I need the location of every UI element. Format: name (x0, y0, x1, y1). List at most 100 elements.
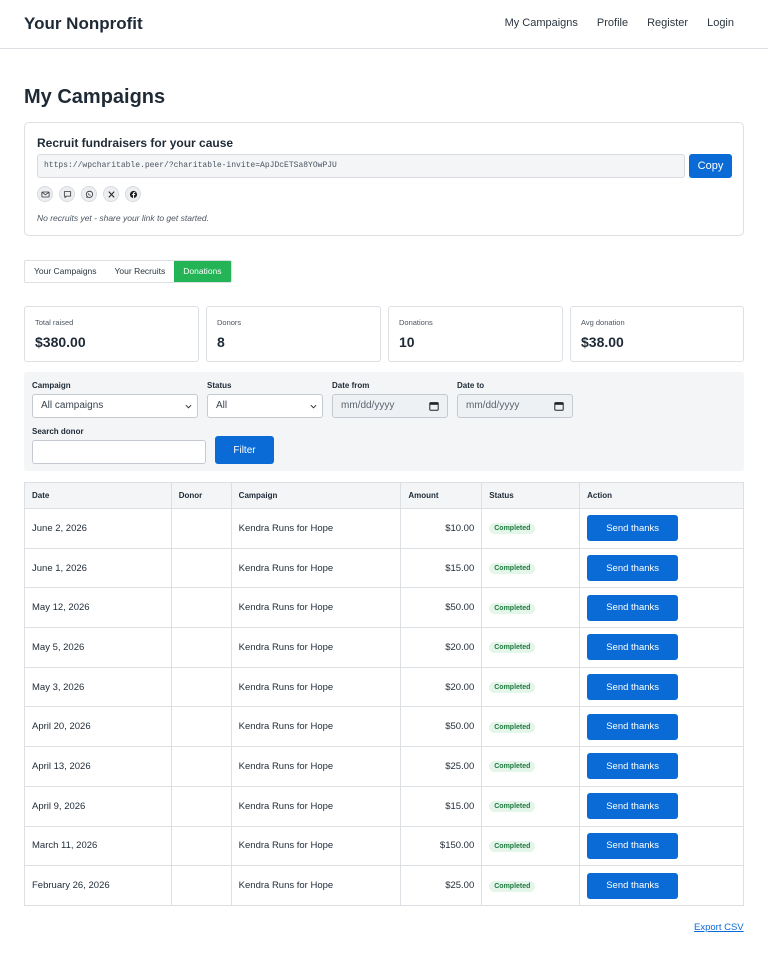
tab-your-recruits[interactable]: Your Recruits (105, 261, 175, 282)
nav-my-campaigns[interactable]: My Campaigns (505, 17, 578, 29)
tab-your-campaigns[interactable]: Your Campaigns (25, 261, 106, 282)
status-badge: Completed (489, 563, 536, 575)
cell-action: Send thanks (579, 547, 744, 589)
recruit-card: Recruit fundraisers for your cause https… (24, 122, 744, 236)
send-thanks-button[interactable]: Send thanks (587, 832, 679, 859)
send-thanks-button[interactable]: Send thanks (587, 634, 679, 661)
date-from-placeholder: mm/dd/yyyy (341, 400, 395, 411)
nav-login[interactable]: Login (707, 17, 734, 29)
column-header: Amount (400, 482, 483, 509)
send-thanks-button[interactable]: Send thanks (587, 555, 679, 582)
filter-panel: Campaign All campaigns Status All Date f… (24, 372, 744, 471)
cell-action: Send thanks (579, 508, 744, 549)
cell-donor (170, 627, 232, 668)
cell-action: Send thanks (579, 785, 744, 827)
cell-amount: $25.00 (400, 746, 483, 787)
cell-action: Send thanks (579, 825, 744, 867)
cell-amount: $50.00 (400, 706, 483, 748)
nav-profile[interactable]: Profile (597, 17, 628, 29)
table-body: June 2, 2026 Kendra Runs for Hope $10.00 Co… (24, 508, 744, 906)
date-to-input[interactable]: mm/dd/yyyy (457, 394, 573, 418)
status-badge: Completed (489, 801, 536, 813)
table-row: February 26, 2026 Kendra Runs for Hope $25… (24, 865, 744, 906)
stat-label: Donors (217, 318, 242, 327)
cell-donor (170, 587, 232, 629)
filter-button[interactable]: Filter (215, 436, 274, 464)
send-thanks-button[interactable]: Send thanks (587, 793, 679, 820)
status-select[interactable]: All (207, 394, 323, 418)
search-donor-label: Search donor (32, 427, 84, 436)
column-header: Action (579, 482, 744, 509)
column-header: Campaign (230, 482, 402, 509)
send-thanks-button[interactable]: Send thanks (587, 594, 679, 621)
cell-status: Completed (481, 547, 581, 589)
send-thanks-button[interactable]: Send thanks (587, 674, 679, 701)
cell-campaign: Kendra Runs for Hope (230, 825, 402, 867)
stat-label: Total raised (35, 318, 74, 327)
status-filter-label: Status (207, 381, 232, 390)
cell-date: May 5, 2026 (24, 627, 172, 668)
cell-action: Send thanks (579, 746, 744, 787)
cell-donor (170, 746, 232, 787)
cell-campaign: Kendra Runs for Hope (230, 746, 402, 787)
campaign-select-value: All campaigns (41, 400, 104, 411)
send-thanks-button[interactable]: Send thanks (587, 872, 679, 899)
calendar-icon[interactable] (429, 401, 439, 411)
cell-status: Completed (481, 587, 581, 629)
sms-icon[interactable] (59, 186, 75, 202)
email-icon[interactable] (37, 186, 53, 202)
date-to-placeholder: mm/dd/yyyy (466, 400, 520, 411)
status-badge: Completed (489, 642, 536, 654)
send-thanks-button[interactable]: Send thanks (587, 753, 679, 780)
cell-campaign: Kendra Runs for Hope (230, 508, 402, 549)
cell-date: May 12, 2026 (24, 587, 172, 629)
recruit-note: No recruits yet - share your link to get… (37, 213, 209, 223)
cell-status: Completed (481, 785, 581, 827)
send-thanks-button[interactable]: Send thanks (587, 713, 679, 740)
cell-action: Send thanks (579, 865, 744, 906)
cell-date: June 2, 2026 (24, 508, 172, 549)
cell-amount: $15.00 (400, 547, 483, 589)
stat-total-raised: Total raised $380.00 (24, 306, 199, 362)
chevron-down-icon (310, 404, 317, 409)
cell-status: Completed (481, 706, 581, 748)
cell-amount: $25.00 (400, 865, 483, 906)
table-row: April 20, 2026 Kendra Runs for Hope $50.00… (24, 706, 744, 748)
stat-value: 8 (217, 334, 225, 350)
campaign-select[interactable]: All campaigns (32, 394, 198, 418)
cell-status: Completed (481, 865, 581, 906)
column-header: Donor (170, 482, 232, 509)
nav-register[interactable]: Register (647, 17, 688, 29)
copy-button[interactable]: Copy (689, 154, 732, 178)
cell-amount: $150.00 (400, 825, 483, 867)
cell-campaign: Kendra Runs for Hope (230, 627, 402, 668)
whatsapp-icon[interactable] (81, 186, 97, 202)
cell-status: Completed (481, 508, 581, 549)
cell-date: May 3, 2026 (24, 666, 172, 708)
export-csv-link[interactable]: Export CSV (694, 922, 744, 933)
stat-value: $38.00 (581, 334, 624, 350)
site-brand[interactable]: Your Nonprofit (24, 14, 143, 34)
send-thanks-button[interactable]: Send thanks (587, 515, 679, 542)
facebook-icon[interactable] (125, 186, 141, 202)
cell-donor (170, 785, 232, 827)
donations-table: Date Donor Campaign Amount Status Action… (24, 482, 744, 906)
calendar-icon[interactable] (554, 401, 564, 411)
cell-status: Completed (481, 666, 581, 708)
x-icon[interactable] (103, 186, 119, 202)
cell-amount: $20.00 (400, 666, 483, 708)
table-row: June 1, 2026 Kendra Runs for Hope $15.00 Co… (24, 547, 744, 589)
search-donor-input[interactable] (32, 440, 206, 464)
cell-campaign: Kendra Runs for Hope (230, 666, 402, 708)
chevron-down-icon (185, 404, 192, 409)
cell-action: Send thanks (579, 666, 744, 708)
table-row: March 11, 2026 Kendra Runs for Hope $150.0… (24, 825, 744, 867)
tab-donations[interactable]: Donations (174, 261, 231, 282)
invite-link-field[interactable]: https://wpcharitable.peer/?charitable-in… (37, 154, 685, 178)
cell-date: March 11, 2026 (24, 825, 172, 867)
cell-amount: $20.00 (400, 627, 483, 668)
date-from-input[interactable]: mm/dd/yyyy (332, 394, 448, 418)
cell-date: April 13, 2026 (24, 746, 172, 787)
cell-donor (170, 825, 232, 867)
cell-donor (170, 547, 232, 589)
